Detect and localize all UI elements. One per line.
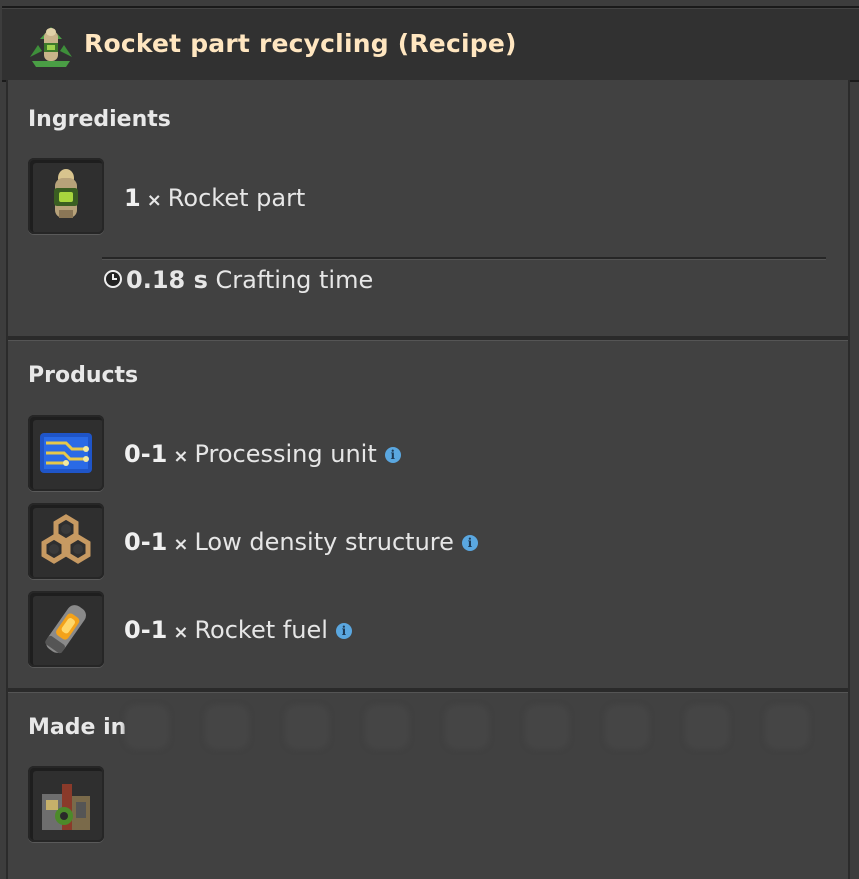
product-amount: 0-1: [124, 528, 168, 556]
empty-slot: [768, 708, 806, 746]
title-bar: Rocket part recycling (Recipe): [2, 6, 859, 82]
crafting-time-label: Crafting time: [215, 266, 374, 294]
empty-slot: [128, 708, 166, 746]
machine-slot-recycler[interactable]: [28, 766, 104, 842]
times-symbol: ×: [173, 534, 189, 555]
product-text-processing-unit: 0-1 × Processing unit i: [124, 440, 401, 468]
product-slot-processing-unit[interactable]: [28, 415, 104, 491]
empty-slot: [528, 708, 566, 746]
times-symbol: ×: [173, 446, 189, 467]
products-heading: Products: [28, 363, 139, 388]
empty-slot: [448, 708, 486, 746]
empty-slot: [608, 708, 646, 746]
section-divider: [8, 688, 848, 693]
rocket-part-icon: [54, 169, 78, 218]
low-density-structure-icon: [41, 514, 91, 564]
info-icon[interactable]: i: [384, 447, 401, 463]
tooltip-body: Ingredients 1 × Rocket part 0.18 s Craftin…: [6, 80, 850, 879]
times-symbol: ×: [173, 622, 189, 643]
rocket-fuel-icon: [45, 605, 86, 654]
empty-slot: [288, 708, 326, 746]
recycling-rocket-part-icon: [30, 27, 72, 67]
products-section: Products 0-1 × Processing unit i 0-1 × L…: [8, 342, 848, 690]
crafting-time-value: 0.18 s: [126, 266, 208, 294]
info-icon[interactable]: i: [335, 623, 352, 639]
made-in-heading: Made in: [28, 715, 127, 740]
processing-unit-icon: [40, 433, 92, 473]
window-title: Rocket part recycling (Recipe): [84, 29, 517, 58]
recycler-icon: [42, 784, 90, 830]
product-name: Rocket fuel: [194, 616, 328, 644]
ingredients-heading: Ingredients: [28, 107, 171, 132]
ingredient-name: Rocket part: [167, 184, 306, 212]
recipe-tooltip: Rocket part recycling (Recipe) Ingredien…: [0, 0, 859, 879]
crafting-divider: [102, 257, 826, 260]
product-name: Low density structure: [194, 528, 454, 556]
product-amount: 0-1: [124, 616, 168, 644]
section-divider: [8, 336, 848, 341]
product-name: Processing unit: [194, 440, 377, 468]
clock-icon: [104, 270, 122, 288]
empty-slot: [688, 708, 726, 746]
times-symbol: ×: [146, 190, 162, 211]
ingredient-text: 1 × Rocket part: [124, 184, 305, 212]
empty-slot: [368, 708, 406, 746]
ingredient-slot[interactable]: [28, 158, 104, 234]
ingredients-section: Ingredients 1 × Rocket part 0.18 s Craftin…: [8, 80, 848, 338]
product-slot-low-density-structure[interactable]: [28, 503, 104, 579]
product-text-rocket-fuel: 0-1 × Rocket fuel i: [124, 616, 352, 644]
info-icon[interactable]: i: [461, 535, 478, 551]
ingredient-amount: 1: [124, 184, 141, 212]
product-text-low-density-structure: 0-1 × Low density structure i: [124, 528, 478, 556]
empty-slot: [208, 708, 246, 746]
crafting-time: 0.18 s Crafting time: [104, 266, 373, 294]
product-amount: 0-1: [124, 440, 168, 468]
product-slot-rocket-fuel[interactable]: [28, 591, 104, 667]
